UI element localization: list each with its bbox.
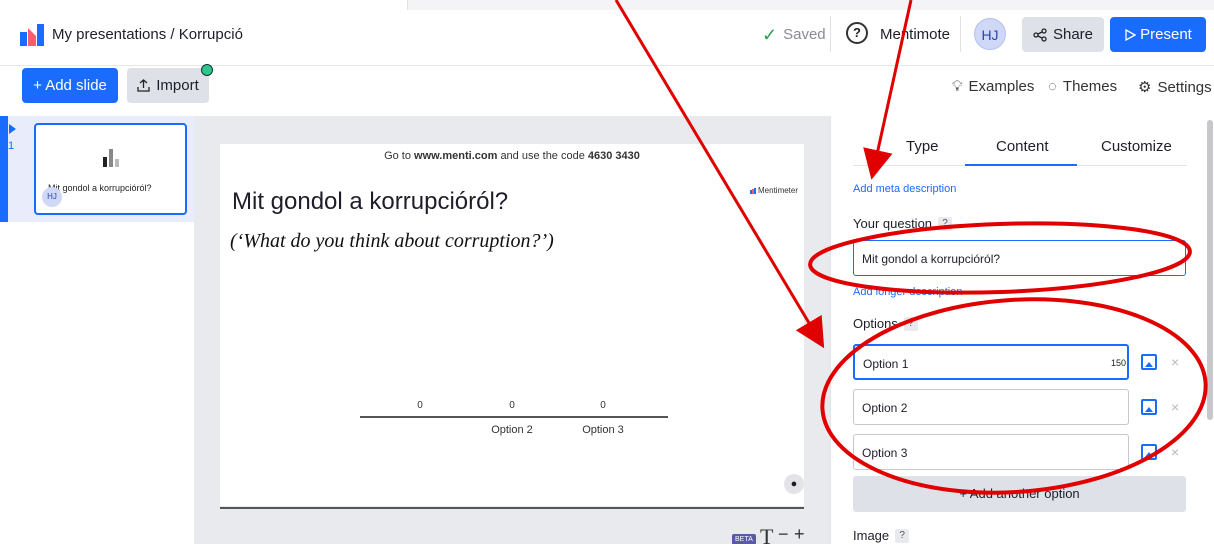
drop-icon: ◌ [1048, 78, 1057, 95]
slide-thumbnail[interactable]: Mit gondol a korrupcióról? HJ [34, 123, 187, 215]
add-longer-description-link[interactable]: Add longer description [853, 286, 962, 298]
slide-author-avatar: HJ [42, 187, 62, 207]
slide-canvas: Go to www.menti.com and use the code 463… [194, 116, 830, 544]
join-prefix: Go to [384, 150, 411, 162]
character-counter: 150 [1111, 358, 1127, 368]
image-label: Image ? [853, 528, 910, 543]
join-code: 4630 3430 [587, 150, 640, 162]
add-meta-description-link[interactable]: Add meta description [853, 183, 956, 195]
themes-label: Themes [1062, 78, 1118, 95]
mentimeter-brand: Mentimeter [750, 186, 798, 195]
question-help-icon[interactable]: ? [938, 216, 953, 231]
slide-bottom-border [220, 507, 804, 509]
question-input[interactable]: Mit gondol a korrupcióról? [853, 240, 1186, 276]
text-size-icon[interactable]: T [760, 524, 773, 544]
panel-tabs: Type Content Customize [853, 116, 1187, 166]
bar-chart-icon [103, 149, 119, 167]
saved-status: ✓ Saved [762, 24, 826, 45]
image-icon[interactable] [1141, 444, 1157, 460]
tab-customize[interactable]: Customize [1101, 138, 1172, 155]
mentimeter-logo-icon[interactable] [20, 24, 44, 46]
image-label-text: Image [853, 528, 890, 543]
gear-icon: ⚙ [1138, 79, 1152, 96]
person-icon[interactable]: ● [784, 474, 804, 494]
zoom-out-button[interactable]: − [778, 524, 789, 544]
slide-question: Mit gondol a korrupcióról? [232, 188, 509, 214]
settings-button[interactable]: ⚙ Settings [1138, 78, 1212, 97]
saved-label: Saved [783, 26, 826, 43]
present-label: Present [1140, 26, 1192, 43]
editor-toolbar: + Add slide Import 💡︎ Examples ◌ Themes … [0, 64, 1214, 110]
share-button[interactable]: Share [1022, 17, 1104, 52]
option-input[interactable]: Option 3 [853, 434, 1129, 470]
examples-label: Examples [968, 78, 1035, 95]
tab-content[interactable]: Content [996, 138, 1049, 155]
slide-thumbnail-title: Mit gondol a korrupcióról? [48, 183, 152, 193]
properties-panel: Type Content Customize Add meta descript… [830, 116, 1214, 544]
tab-type[interactable]: Type [906, 138, 939, 155]
examples-button[interactable]: 💡︎ Examples [952, 78, 1034, 95]
active-tab-indicator [965, 164, 1077, 166]
top-bar: My presentations / Korrupció ✓ Saved ? M… [0, 0, 1214, 66]
mentimeter-editor: My presentations / Korrupció ✓ Saved ? M… [0, 0, 1214, 544]
share-icon [1033, 27, 1047, 42]
translation-annotation: (‘What do you think about corruption?’) [230, 230, 554, 252]
beta-badge: BETA [732, 534, 756, 544]
bar-category-label: Option 2 [491, 424, 533, 436]
option-input[interactable]: Option 1 [853, 344, 1129, 380]
import-button[interactable]: Import [127, 68, 209, 103]
bar-value-label: 0 [509, 400, 515, 411]
zoom-in-button[interactable]: + [794, 524, 805, 544]
question-label-text: Your question [853, 216, 933, 231]
selected-indicator [0, 116, 8, 222]
chart-baseline [360, 416, 668, 418]
brand-label: Mentimeter [758, 186, 799, 195]
slide-preview[interactable]: Go to www.menti.com and use the code 463… [220, 144, 804, 506]
question-label: Your question ? [853, 216, 953, 231]
close-icon[interactable]: × [1171, 354, 1179, 370]
user-avatar[interactable]: HJ [974, 18, 1006, 50]
help-icon[interactable]: ? [846, 22, 868, 44]
slides-panel: 1 Mit gondol a korrupcióról? HJ [0, 116, 194, 544]
share-label: Share [1052, 26, 1094, 43]
play-icon [1125, 28, 1137, 41]
bar-value-label: 0 [600, 400, 606, 411]
results-bar-chart: 0 0 Option 2 0 Option 3 [360, 400, 668, 440]
settings-label: Settings [1157, 78, 1212, 96]
close-icon[interactable]: × [1171, 444, 1179, 460]
upload-icon [137, 79, 150, 92]
browser-tab-strip [0, 0, 1214, 10]
breadcrumb[interactable]: My presentations / Korrupció [52, 26, 243, 43]
join-instructions: Go to www.menti.com and use the code 463… [220, 150, 804, 162]
image-help-icon[interactable]: ? [895, 528, 910, 543]
slide-number: 1 [8, 140, 15, 152]
lightbulb-icon: 💡︎ [952, 78, 963, 95]
panel-scrollbar[interactable] [1207, 120, 1213, 420]
options-label: Options ? [853, 316, 918, 331]
join-middle: and use the code [500, 150, 585, 162]
divider [830, 16, 831, 52]
slide-list-item[interactable]: 1 Mit gondol a korrupcióról? HJ [0, 116, 194, 222]
bar-category-label: Option 3 [582, 424, 624, 436]
new-badge-icon [201, 64, 213, 76]
import-label: Import [156, 77, 199, 94]
present-button[interactable]: Present [1110, 17, 1206, 52]
themes-button[interactable]: ◌ Themes [1048, 78, 1117, 95]
bar-value-label: 0 [417, 400, 423, 411]
add-option-button[interactable]: + Add another option [853, 476, 1186, 512]
option-input[interactable]: Option 2 [853, 389, 1129, 425]
image-icon[interactable] [1141, 399, 1157, 415]
divider [960, 16, 961, 52]
mentimote-button[interactable]: Mentimote [880, 26, 950, 43]
add-slide-button[interactable]: + Add slide [22, 68, 118, 103]
close-icon[interactable]: × [1171, 399, 1179, 415]
check-icon: ✓ [762, 24, 778, 45]
browser-tab[interactable] [0, 0, 408, 10]
options-label-text: Options [853, 316, 898, 331]
mentimeter-mini-logo-icon [750, 187, 756, 194]
options-help-icon[interactable]: ? [903, 316, 918, 331]
join-url: www.menti.com [414, 150, 498, 162]
image-icon[interactable] [1141, 354, 1157, 370]
play-from-here-icon[interactable] [9, 124, 16, 134]
